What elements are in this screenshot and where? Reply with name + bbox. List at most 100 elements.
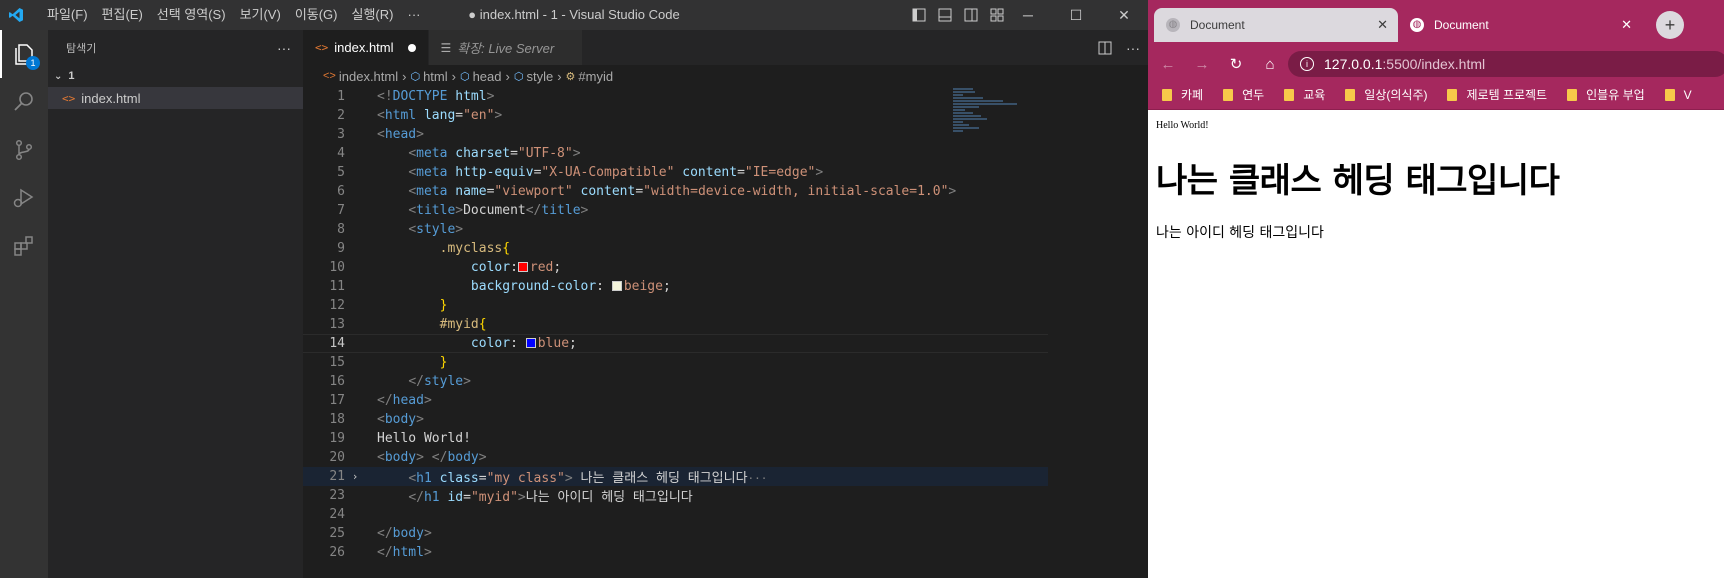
- reload-icon[interactable]: ↻: [1226, 55, 1246, 73]
- menu-item[interactable]: 선택 영역(S): [150, 0, 233, 30]
- code-line[interactable]: 3 <head>: [303, 125, 1048, 144]
- source-control-icon[interactable]: [0, 126, 48, 174]
- code-line[interactable]: 17 </head>: [303, 391, 1048, 410]
- bookmark-item[interactable]: 제로템 프로젝트: [1447, 86, 1547, 103]
- code-line[interactable]: 15 }: [303, 353, 1048, 372]
- bookmark-item[interactable]: 일상(의식주): [1345, 86, 1427, 103]
- editor-area: <> index.html ☰ 확장: Live Server ··· <> i…: [303, 30, 1148, 578]
- home-icon[interactable]: ⌂: [1260, 56, 1280, 73]
- address-bar[interactable]: i 127.0.0.1:5500/index.html: [1288, 51, 1724, 77]
- code-line[interactable]: 16 </style>: [303, 372, 1048, 391]
- more-actions-icon[interactable]: ···: [1126, 40, 1140, 56]
- breadcrumb-separator: ›: [402, 68, 407, 84]
- code-line[interactable]: 25 </body>: [303, 524, 1048, 543]
- code-line[interactable]: 21 › <h1 class="my class"> 나는 클래스 헤딩 태그입니…: [303, 467, 1048, 486]
- code-line[interactable]: 23 </h1 id="myid">나는 아이디 헤딩 태그입니다: [303, 486, 1048, 505]
- code-line[interactable]: 18 <body>: [303, 410, 1048, 429]
- vscode-logo-icon[interactable]: [0, 0, 32, 30]
- code-line[interactable]: 7 <title>Document</title>: [303, 201, 1048, 220]
- code-line[interactable]: 13 #myid{: [303, 315, 1048, 334]
- unsaved-dot-icon[interactable]: [407, 43, 416, 52]
- line-number: 10: [329, 260, 345, 275]
- code-line[interactable]: 26 </html>: [303, 543, 1048, 562]
- breadcrumb-item[interactable]: #myid: [578, 69, 613, 84]
- breadcrumb-item[interactable]: html: [423, 69, 448, 84]
- search-icon[interactable]: [0, 78, 48, 126]
- minimap[interactable]: [953, 87, 1033, 147]
- menu-item[interactable]: 파일(F): [40, 0, 95, 30]
- bookmark-folder-icon: [1664, 88, 1675, 101]
- menu-item[interactable]: 보기(V): [233, 0, 288, 30]
- fold-chevron-icon[interactable]: ›: [345, 470, 365, 483]
- forward-icon[interactable]: →: [1192, 56, 1212, 73]
- code-line[interactable]: 12 }: [303, 296, 1048, 315]
- code-line[interactable]: 9 .myclass{: [303, 239, 1048, 258]
- breadcrumb-item[interactable]: head: [473, 69, 502, 84]
- menu-item[interactable]: 이동(G): [288, 0, 345, 30]
- code-line[interactable]: 5 <meta http-equiv="X-UA-Compatible" con…: [303, 163, 1048, 182]
- code-text: <meta http-equiv="X-UA-Compatible" conte…: [408, 165, 824, 180]
- breadcrumb-item[interactable]: index.html: [339, 69, 398, 84]
- site-info-icon[interactable]: i: [1300, 57, 1314, 71]
- menu-item[interactable]: ···: [400, 0, 427, 30]
- bookmark-item[interactable]: 카페: [1162, 86, 1203, 103]
- menu-item[interactable]: 편집(E): [95, 0, 150, 30]
- tab-live-server[interactable]: ☰ 확장: Live Server: [428, 30, 584, 65]
- web-page-content: Hello World! 나는 클래스 헤딩 태그입니다 나는 아이디 헤딩 태…: [1148, 110, 1724, 252]
- browser-tab-active[interactable]: ◍ Document ✕: [1398, 8, 1642, 42]
- run-debug-icon[interactable]: [0, 174, 48, 222]
- split-editor-icon[interactable]: [1098, 41, 1112, 55]
- code-line[interactable]: 4 <meta charset="UTF-8">: [303, 144, 1048, 163]
- minimize-icon[interactable]: ─: [1004, 0, 1052, 30]
- breadcrumb-item[interactable]: style: [526, 69, 553, 84]
- html-file-icon: <>: [62, 91, 76, 105]
- code-line[interactable]: 24: [303, 505, 1048, 524]
- browser-tab-inactive[interactable]: ◍ Document ✕: [1154, 8, 1398, 42]
- code-text: Hello World!: [377, 431, 471, 446]
- tab-label: index.html: [334, 40, 394, 55]
- maximize-icon[interactable]: ☐: [1052, 0, 1100, 30]
- more-actions-icon[interactable]: ···: [277, 40, 291, 56]
- bookmarks-bar: 카페 연두 교육 일상(의식주) 제로템 프로젝트 인블유 부업 V: [1148, 80, 1724, 110]
- code-editor[interactable]: 1 <!DOCTYPE html> 2 <html lang="en"> 3 <head>…: [303, 87, 1048, 562]
- code-line[interactable]: 20 <body> </body>: [303, 448, 1048, 467]
- close-icon[interactable]: ✕: [1100, 0, 1148, 30]
- line-number: 14: [329, 336, 345, 351]
- line-number: 24: [329, 507, 345, 522]
- bookmark-item[interactable]: 연두: [1223, 86, 1264, 103]
- explorer-icon[interactable]: 1: [0, 30, 48, 78]
- line-number: 16: [329, 374, 345, 389]
- folder-row[interactable]: ⌄ 1: [48, 65, 303, 87]
- line-number: 23: [329, 488, 345, 503]
- extensions-icon[interactable]: [0, 222, 48, 270]
- bookmark-item[interactable]: 교육: [1284, 86, 1325, 103]
- customize-layout-icon[interactable]: [990, 8, 1004, 22]
- hello-text: Hello World!: [1156, 120, 1209, 131]
- toggle-panel-icon[interactable]: [938, 8, 952, 22]
- code-line[interactable]: 8 <style>: [303, 220, 1048, 239]
- line-number: 2: [337, 108, 345, 123]
- html-file-icon: <>: [315, 41, 329, 54]
- bookmark-item[interactable]: 인블유 부업: [1567, 86, 1645, 103]
- code-line[interactable]: 11 background-color: beige;: [303, 277, 1048, 296]
- close-tab-icon[interactable]: ✕: [1621, 17, 1632, 33]
- file-index-html[interactable]: <> index.html: [48, 87, 303, 109]
- bookmark-item[interactable]: V: [1664, 88, 1692, 102]
- class-heading: 나는 클래스 헤딩 태그입니다: [1156, 161, 1560, 201]
- toggle-primary-sidebar-icon[interactable]: [912, 8, 926, 22]
- code-line[interactable]: 2 <html lang="en">: [303, 106, 1048, 125]
- code-line[interactable]: 6 <meta name="viewport" content="width=d…: [303, 182, 1048, 201]
- toggle-secondary-sidebar-icon[interactable]: [964, 8, 978, 22]
- new-tab-button[interactable]: +: [1656, 11, 1684, 39]
- menu-item[interactable]: 실행(R): [345, 0, 401, 30]
- browser-toolbar: ← → ↻ ⌂ i 127.0.0.1:5500/index.html: [1148, 48, 1724, 80]
- code-line[interactable]: 1 <!DOCTYPE html>: [303, 87, 1048, 106]
- vscode-window: 파일(F) 편집(E) 선택 영역(S) 보기(V) 이동(G) 실행(R) ··· ● i…: [0, 0, 1148, 578]
- code-line[interactable]: 19 Hello World!: [303, 429, 1048, 448]
- code-line[interactable]: 10 color: red;: [303, 258, 1048, 277]
- code-line[interactable]: 14 color: blue;: [303, 334, 1048, 353]
- code-text: </body>: [377, 526, 432, 541]
- back-icon[interactable]: ←: [1158, 56, 1178, 73]
- tab-index-html[interactable]: <> index.html: [303, 30, 429, 65]
- close-tab-icon[interactable]: ✕: [1377, 17, 1388, 33]
